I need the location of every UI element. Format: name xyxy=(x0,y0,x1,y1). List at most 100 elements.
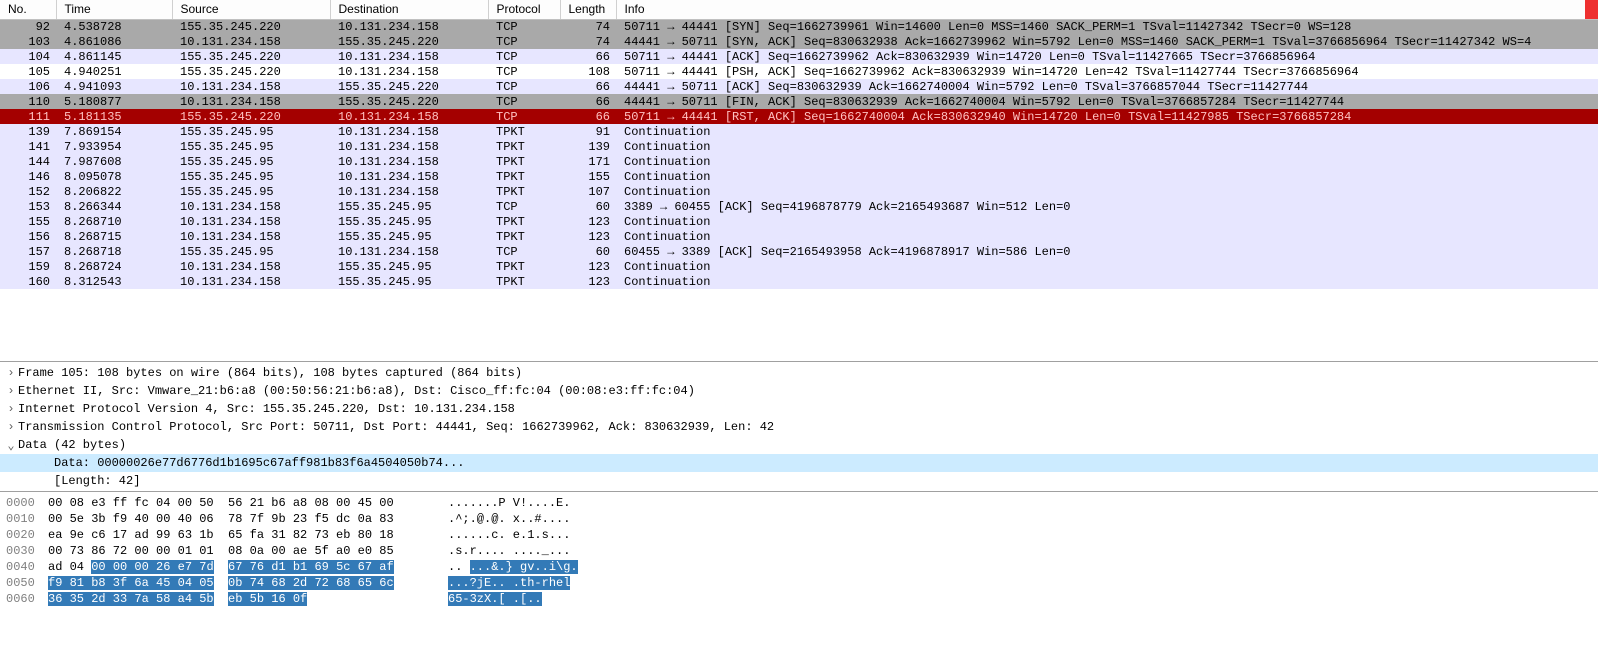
col-no[interactable]: No. xyxy=(0,0,56,19)
cell-prot: TPKT xyxy=(488,259,560,274)
hex-line[interactable]: 0050f9 81 b8 3f 6a 45 04 05 0b 74 68 2d … xyxy=(0,576,1598,592)
cell-info: Continuation xyxy=(616,169,1598,184)
table-row[interactable]: └1115.181135155.35.245.22010.131.234.158… xyxy=(0,109,1598,124)
hex-line[interactable]: 0020ea 9e c6 17 ad 99 63 1b 65 fa 31 82 … xyxy=(0,528,1598,544)
cell-len: 123 xyxy=(560,214,616,229)
table-row[interactable]: 1054.940251155.35.245.22010.131.234.158T… xyxy=(0,64,1598,79)
hex-ascii: .. ...&.} gv..i\g. xyxy=(440,560,578,576)
chevron-right-icon[interactable]: › xyxy=(4,402,18,416)
table-row[interactable]: 1558.26871010.131.234.158155.35.245.95TP… xyxy=(0,214,1598,229)
cell-src: 10.131.234.158 xyxy=(172,34,330,49)
cell-info: 44441 → 50711 [SYN, ACK] Seq=830632938 A… xyxy=(616,34,1598,49)
chevron-right-icon[interactable]: › xyxy=(4,420,18,434)
cell-time: 5.181135 xyxy=(56,109,172,124)
table-row[interactable]: 1608.31254310.131.234.158155.35.245.95TP… xyxy=(0,274,1598,289)
table-row[interactable]: 1468.095078155.35.245.9510.131.234.158TP… xyxy=(0,169,1598,184)
cell-time: 4.861086 xyxy=(56,34,172,49)
col-time[interactable]: Time xyxy=(56,0,172,19)
cell-dst: 155.35.245.95 xyxy=(330,214,488,229)
cell-prot: TPKT xyxy=(488,229,560,244)
cell-src: 155.35.245.95 xyxy=(172,139,330,154)
col-len[interactable]: Length xyxy=(560,0,616,19)
close-icon[interactable] xyxy=(1585,0,1598,19)
hex-line[interactable]: 003000 73 86 72 00 00 01 01 08 0a 00 ae … xyxy=(0,544,1598,560)
cell-info: 50711 → 44441 [RST, ACK] Seq=1662740004 … xyxy=(616,109,1598,124)
tree-item[interactable]: ⌄Data (42 bytes) xyxy=(0,436,1598,454)
cell-len: 60 xyxy=(560,199,616,214)
cell-dst: 10.131.234.158 xyxy=(330,124,488,139)
cell-no: 106 xyxy=(0,79,56,94)
cell-info: Continuation xyxy=(616,124,1598,139)
cell-dst: 10.131.234.158 xyxy=(330,154,488,169)
cell-prot: TCP xyxy=(488,199,560,214)
cell-prot: TPKT xyxy=(488,139,560,154)
table-row[interactable]: 1417.933954155.35.245.9510.131.234.158TP… xyxy=(0,139,1598,154)
col-src[interactable]: Source xyxy=(172,0,330,19)
cell-info: 3389 → 60455 [ACK] Seq=4196878779 Ack=21… xyxy=(616,199,1598,214)
packet-list-pane[interactable]: No. Time Source Destination Protocol Len… xyxy=(0,0,1598,362)
cell-len: 66 xyxy=(560,79,616,94)
hex-line[interactable]: 0040ad 04 00 00 00 26 e7 7d 67 76 d1 b1 … xyxy=(0,560,1598,576)
cell-len: 66 xyxy=(560,94,616,109)
chevron-right-icon[interactable]: › xyxy=(4,384,18,398)
cell-dst: 10.131.234.158 xyxy=(330,19,488,34)
tree-item[interactable]: ›Internet Protocol Version 4, Src: 155.3… xyxy=(0,400,1598,418)
packet-details-pane[interactable]: ›Frame 105: 108 bytes on wire (864 bits)… xyxy=(0,362,1598,492)
table-row[interactable]: 1447.987608155.35.245.9510.131.234.158TP… xyxy=(0,154,1598,169)
tree-item[interactable]: ›Frame 105: 108 bytes on wire (864 bits)… xyxy=(0,364,1598,382)
table-row[interactable]: 1598.26872410.131.234.158155.35.245.95TP… xyxy=(0,259,1598,274)
hex-ascii: 65-3zX.[ .[.. xyxy=(440,592,542,608)
tree-item[interactable]: ›Ethernet II, Src: Vmware_21:b6:a8 (00:5… xyxy=(0,382,1598,400)
cell-no: 155 xyxy=(0,214,56,229)
hex-dump-pane[interactable]: 000000 08 e3 ff fc 04 00 50 56 21 b6 a8 … xyxy=(0,492,1598,608)
cell-len: 155 xyxy=(560,169,616,184)
tree-item[interactable]: Data: 00000026e77d6776d1b1695c67aff981b8… xyxy=(0,454,1598,472)
packet-header-row[interactable]: No. Time Source Destination Protocol Len… xyxy=(0,0,1598,19)
cell-src: 155.35.245.220 xyxy=(172,19,330,34)
cell-no: 103 xyxy=(0,34,56,49)
cell-info: 44441 → 50711 [FIN, ACK] Seq=830632939 A… xyxy=(616,94,1598,109)
tree-item[interactable]: [Length: 42] xyxy=(0,472,1598,490)
col-prot[interactable]: Protocol xyxy=(488,0,560,19)
chevron-down-icon[interactable]: ⌄ xyxy=(4,438,18,453)
table-row[interactable]: 1528.206822155.35.245.9510.131.234.158TP… xyxy=(0,184,1598,199)
table-row[interactable]: 1538.26634410.131.234.158155.35.245.95TC… xyxy=(0,199,1598,214)
hex-bytes: ad 04 00 00 00 26 e7 7d 67 76 d1 b1 69 5… xyxy=(48,560,440,576)
cell-no: 160 xyxy=(0,274,56,289)
tree-item[interactable]: ›Transmission Control Protocol, Src Port… xyxy=(0,418,1598,436)
cell-prot: TCP xyxy=(488,109,560,124)
cell-len: 91 xyxy=(560,124,616,139)
table-row[interactable]: 1397.869154155.35.245.9510.131.234.158TP… xyxy=(0,124,1598,139)
packet-table[interactable]: No. Time Source Destination Protocol Len… xyxy=(0,0,1598,289)
table-row[interactable]: 1105.18087710.131.234.158155.35.245.220T… xyxy=(0,94,1598,109)
col-info[interactable]: Info xyxy=(616,0,1598,19)
hex-bytes: 00 5e 3b f9 40 00 40 06 78 7f 9b 23 f5 d… xyxy=(48,512,440,528)
cell-len: 123 xyxy=(560,259,616,274)
cell-info: Continuation xyxy=(616,184,1598,199)
hex-bytes: 36 35 2d 33 7a 58 a4 5b eb 5b 16 0f xyxy=(48,592,440,608)
cell-info: Continuation xyxy=(616,154,1598,169)
table-row[interactable]: 1568.26871510.131.234.158155.35.245.95TP… xyxy=(0,229,1598,244)
hex-line[interactable]: 006036 35 2d 33 7a 58 a4 5b eb 5b 16 0f6… xyxy=(0,592,1598,608)
cell-no: 152 xyxy=(0,184,56,199)
table-row[interactable]: 1044.861145155.35.245.22010.131.234.158T… xyxy=(0,49,1598,64)
hex-line[interactable]: 000000 08 e3 ff fc 04 00 50 56 21 b6 a8 … xyxy=(0,496,1598,512)
chevron-right-icon[interactable]: › xyxy=(4,366,18,380)
cell-len: 66 xyxy=(560,49,616,64)
tree-item-label: Frame 105: 108 bytes on wire (864 bits),… xyxy=(18,366,522,380)
cell-time: 4.940251 xyxy=(56,64,172,79)
hex-line[interactable]: 001000 5e 3b f9 40 00 40 06 78 7f 9b 23 … xyxy=(0,512,1598,528)
table-row[interactable]: 1578.268718155.35.245.9510.131.234.158TC… xyxy=(0,244,1598,259)
hex-ascii: .......P V!....E. xyxy=(440,496,570,512)
cell-info: Continuation xyxy=(616,229,1598,244)
cell-dst: 10.131.234.158 xyxy=(330,169,488,184)
cell-len: 108 xyxy=(560,64,616,79)
cell-src: 155.35.245.220 xyxy=(172,109,330,124)
col-dst[interactable]: Destination xyxy=(330,0,488,19)
table-row[interactable]: 1064.94109310.131.234.158155.35.245.220T… xyxy=(0,79,1598,94)
hex-ascii: ...?jE.. .th-rhel xyxy=(440,576,570,592)
table-row[interactable]: 1034.86108610.131.234.158155.35.245.220T… xyxy=(0,34,1598,49)
table-row[interactable]: 924.538728155.35.245.22010.131.234.158TC… xyxy=(0,19,1598,34)
cell-prot: TCP xyxy=(488,244,560,259)
cell-info: Continuation xyxy=(616,214,1598,229)
